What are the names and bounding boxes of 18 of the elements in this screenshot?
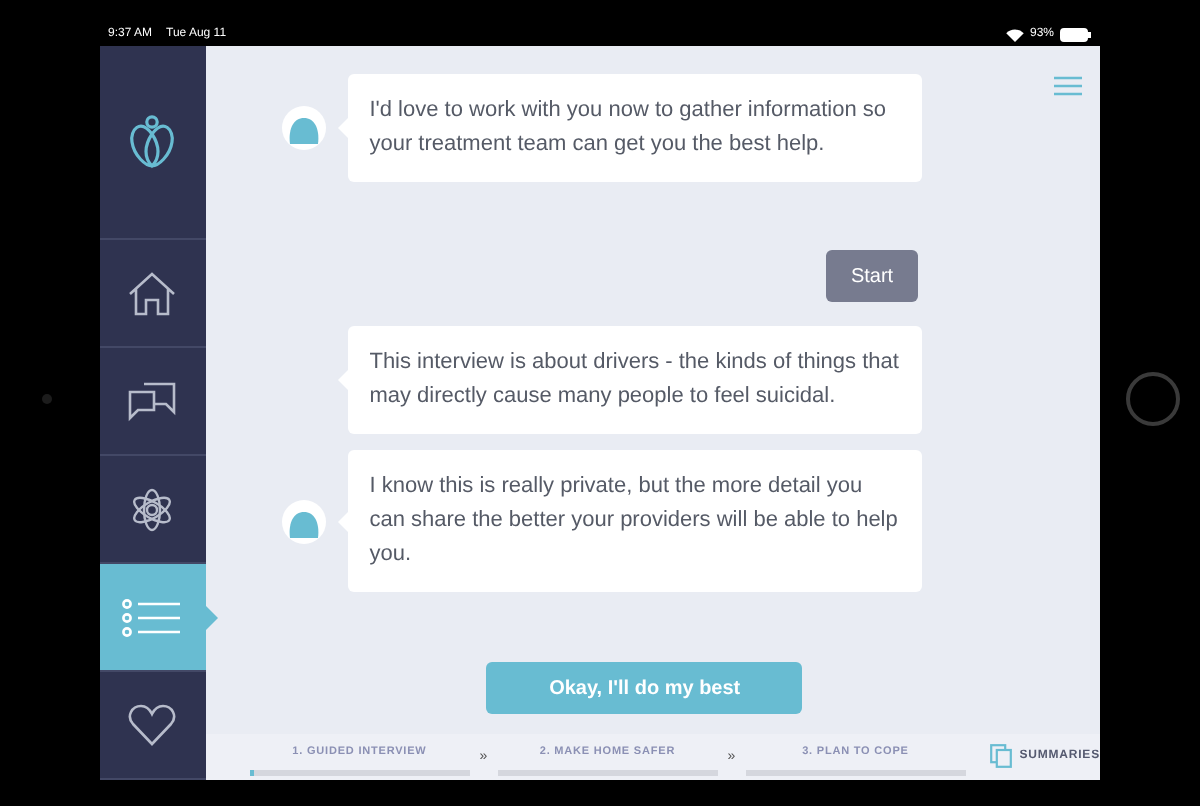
- chat-icon: [126, 379, 179, 423]
- avatar-icon: [281, 106, 326, 150]
- list-icon: [122, 597, 183, 637]
- start-button[interactable]: Start: [826, 250, 918, 302]
- flower-icon: [130, 487, 175, 531]
- copy-icon: [989, 744, 1012, 768]
- avatar-icon: [281, 499, 326, 543]
- chat-bubble: I know this is really private, but the more detail you can share the better your providers will be able to help you.: [347, 450, 922, 592]
- logo-icon: [128, 114, 177, 170]
- pointer-arrow: [205, 606, 218, 630]
- heart-icon: [128, 704, 177, 746]
- chat-bubble: I'd love to work with you now to gather information so your treatment team can get you the best help.: [347, 74, 922, 182]
- wifi-icon: [1005, 27, 1024, 41]
- chat-bubble: This interview is about drivers - the kinds of things that may directly cause many people to feel suicidal.: [347, 326, 922, 434]
- action-button[interactable]: Okay, I'll do my best: [486, 662, 803, 714]
- camera-icon: [42, 394, 52, 404]
- home-icon: [128, 271, 177, 315]
- battery-icon: [1060, 27, 1092, 41]
